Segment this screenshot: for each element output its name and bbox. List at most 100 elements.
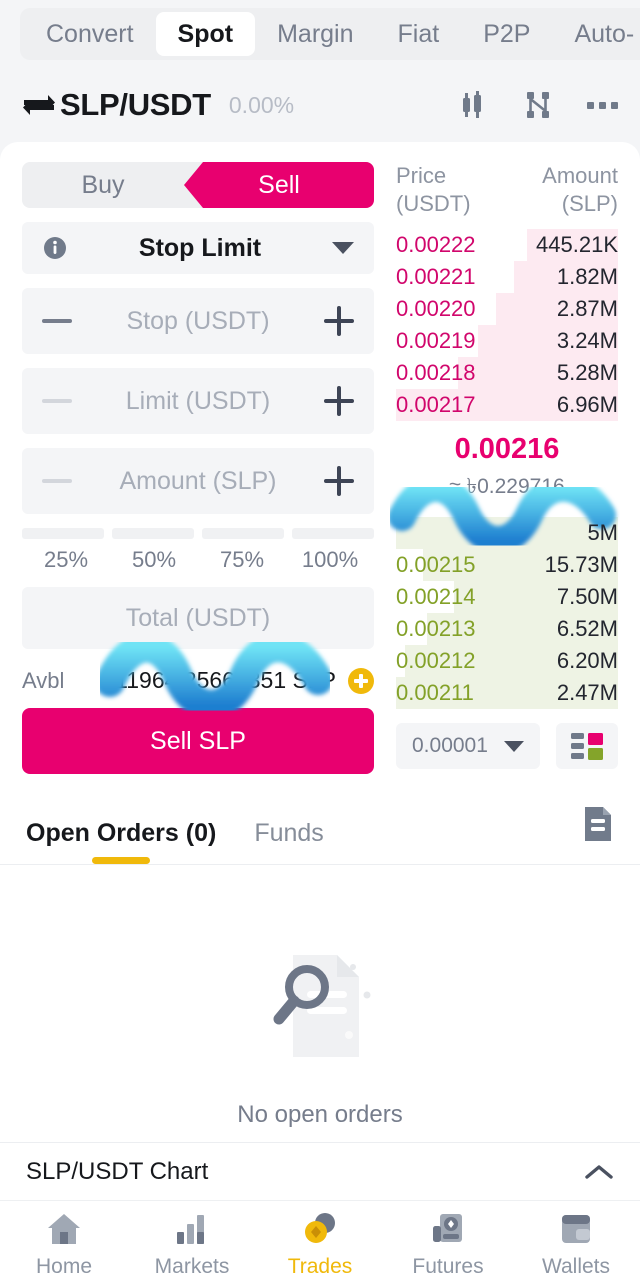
order-amount: 5.28M <box>556 360 618 385</box>
sell-tab[interactable]: Sell <box>184 162 374 208</box>
chevron-down-icon[interactable] <box>504 740 524 752</box>
ask-row[interactable]: 0.00218 5.28M <box>396 357 618 389</box>
order-amount: 445.21K <box>536 232 618 257</box>
ask-rows: 0.00222 445.21K 0.00221 1.82M 0.00220 2.87M 0.… <box>396 229 618 421</box>
order-price: 0.00211 <box>396 680 474 705</box>
nav-item-home[interactable]: Home <box>0 1210 128 1279</box>
percent-label-25[interactable]: 25% <box>22 547 110 573</box>
ask-row[interactable]: 0.00220 2.87M <box>396 293 618 325</box>
last-price-block: 0.00216 ≈ ৳0.229716 <box>396 433 618 505</box>
tick-size-selector[interactable]: 0.00001 <box>396 723 540 769</box>
order-amount: 1.82M <box>556 264 618 289</box>
nav-item-markets[interactable]: Markets <box>128 1210 256 1279</box>
chart-strip-title: SLP/USDT Chart <box>26 1157 209 1185</box>
pair-title[interactable]: SLP/USDT <box>60 87 211 123</box>
nav-item-wallets[interactable]: Wallets <box>512 1210 640 1279</box>
percent-track-25[interactable] <box>22 528 104 539</box>
nav-label-home: Home <box>35 1254 93 1278</box>
trades-coins-icon <box>305 1212 335 1243</box>
order-amount: 15.73M <box>544 552 618 577</box>
available-balance-row: Avbl 11964.25669351 SLP <box>22 667 374 694</box>
percent-track-50[interactable] <box>112 528 194 539</box>
bid-row[interactable]: 0.00212 6.20M <box>396 645 618 677</box>
depth-bar <box>396 517 618 549</box>
order-amount: 6.20M <box>556 648 618 673</box>
sell-submit-label: Sell SLP <box>150 726 246 755</box>
nav-label-futures: Futures <box>412 1254 484 1278</box>
chevron-up-icon[interactable] <box>584 1163 614 1181</box>
percent-slider-tracks <box>22 528 374 539</box>
percent-label-75[interactable]: 75% <box>198 547 286 573</box>
limit-price-input[interactable]: Limit (USDT) <box>72 387 324 416</box>
available-balance-value: 11964.25669351 SLP <box>115 667 336 693</box>
tab-p2p[interactable]: P2P <box>461 12 552 56</box>
order-type-selector[interactable]: Stop Limit <box>22 222 374 274</box>
total-field[interactable]: Total (USDT) <box>22 587 374 649</box>
tab-convert[interactable]: Convert <box>24 12 156 56</box>
stop-decrement-button[interactable] <box>42 319 72 323</box>
nav-item-futures[interactable]: Futures <box>384 1210 512 1279</box>
limit-increment-button[interactable] <box>324 386 354 416</box>
add-funds-icon[interactable] <box>348 667 374 694</box>
bid-row[interactable]: 0.00215 15.73M <box>396 549 618 581</box>
percent-track-75[interactable] <box>202 528 284 539</box>
futures-icon <box>433 1213 462 1242</box>
stop-increment-button[interactable] <box>324 306 354 336</box>
price-header-unit: (USDT) <box>396 190 471 216</box>
stop-price-field[interactable]: Stop (USDT) <box>22 288 374 354</box>
limit-decrement-button[interactable] <box>42 399 72 403</box>
bid-row[interactable]: 5M <box>396 517 618 549</box>
amount-header-unit: (SLP) <box>561 190 618 216</box>
tab-margin[interactable]: Margin <box>255 12 375 56</box>
orderbook-layout-icon[interactable] <box>556 723 618 769</box>
amount-input[interactable]: Amount (SLP) <box>72 467 324 496</box>
order-price: 0.00218 <box>396 360 476 385</box>
more-options-icon[interactable] <box>587 101 618 109</box>
tab-spot[interactable]: Spot <box>155 12 256 56</box>
bid-row[interactable]: 0.00211 2.47M <box>396 677 618 709</box>
bid-row[interactable]: 0.00214 7.50M <box>396 581 618 613</box>
info-icon[interactable] <box>42 235 68 261</box>
amount-header-text: Amount <box>542 163 618 188</box>
order-history-icon[interactable] <box>582 805 614 854</box>
nav-item-trades[interactable]: Trades <box>256 1210 384 1279</box>
percent-slider: 25% 50% 75% 100% <box>22 528 374 573</box>
orders-tab-bar: Open Orders (0) Funds <box>0 790 640 854</box>
ask-row[interactable]: 0.00221 1.82M <box>396 261 618 293</box>
ask-row[interactable]: 0.00222 445.21K <box>396 229 618 261</box>
order-amount: 6.96M <box>556 392 618 417</box>
available-balance-label: Avbl <box>22 667 65 693</box>
total-input[interactable]: Total (USDT) <box>22 604 374 633</box>
bid-rows: 5M 0.00215 15.73M 0.00214 7.50M 0.00213 6.52M 0… <box>396 517 618 709</box>
chart-strip[interactable]: SLP/USDT Chart <box>0 1142 640 1200</box>
swap-arrows-icon[interactable] <box>22 90 56 120</box>
buy-tab[interactable]: Buy <box>22 162 184 208</box>
order-price: 0.00214 <box>396 584 476 609</box>
bid-row[interactable]: 0.00213 6.52M <box>396 613 618 645</box>
ask-row[interactable]: 0.00217 6.96M <box>396 389 618 421</box>
percent-track-100[interactable] <box>292 528 374 539</box>
tab-open-orders[interactable]: Open Orders (0) <box>26 819 216 854</box>
chevron-down-icon[interactable] <box>332 242 354 254</box>
pair-header: SLP/USDT 0.00% <box>0 68 640 142</box>
tab-auto-invest[interactable]: Auto- <box>552 12 640 56</box>
empty-state: No open orders <box>0 865 640 1129</box>
tab-fiat[interactable]: Fiat <box>376 12 462 56</box>
stop-price-input[interactable]: Stop (USDT) <box>72 307 324 336</box>
amount-decrement-button[interactable] <box>42 479 72 483</box>
header-icon-group <box>455 88 618 122</box>
last-price: 0.00216 <box>454 433 560 465</box>
candlestick-chart-icon[interactable] <box>455 88 489 122</box>
trade-network-icon[interactable] <box>521 88 555 122</box>
amount-increment-button[interactable] <box>324 466 354 496</box>
tab-funds[interactable]: Funds <box>254 819 323 854</box>
order-book-header: Price (USDT) Amount (SLP) <box>396 162 618 217</box>
amount-field[interactable]: Amount (SLP) <box>22 448 374 514</box>
percent-label-50[interactable]: 50% <box>110 547 198 573</box>
last-price-fiat: ≈ ৳0.229716 <box>449 475 565 498</box>
percent-label-100[interactable]: 100% <box>286 547 374 573</box>
nav-label-markets: Markets <box>154 1254 230 1278</box>
limit-price-field[interactable]: Limit (USDT) <box>22 368 374 434</box>
sell-submit-button[interactable]: Sell SLP <box>22 708 374 774</box>
ask-row[interactable]: 0.00219 3.24M <box>396 325 618 357</box>
